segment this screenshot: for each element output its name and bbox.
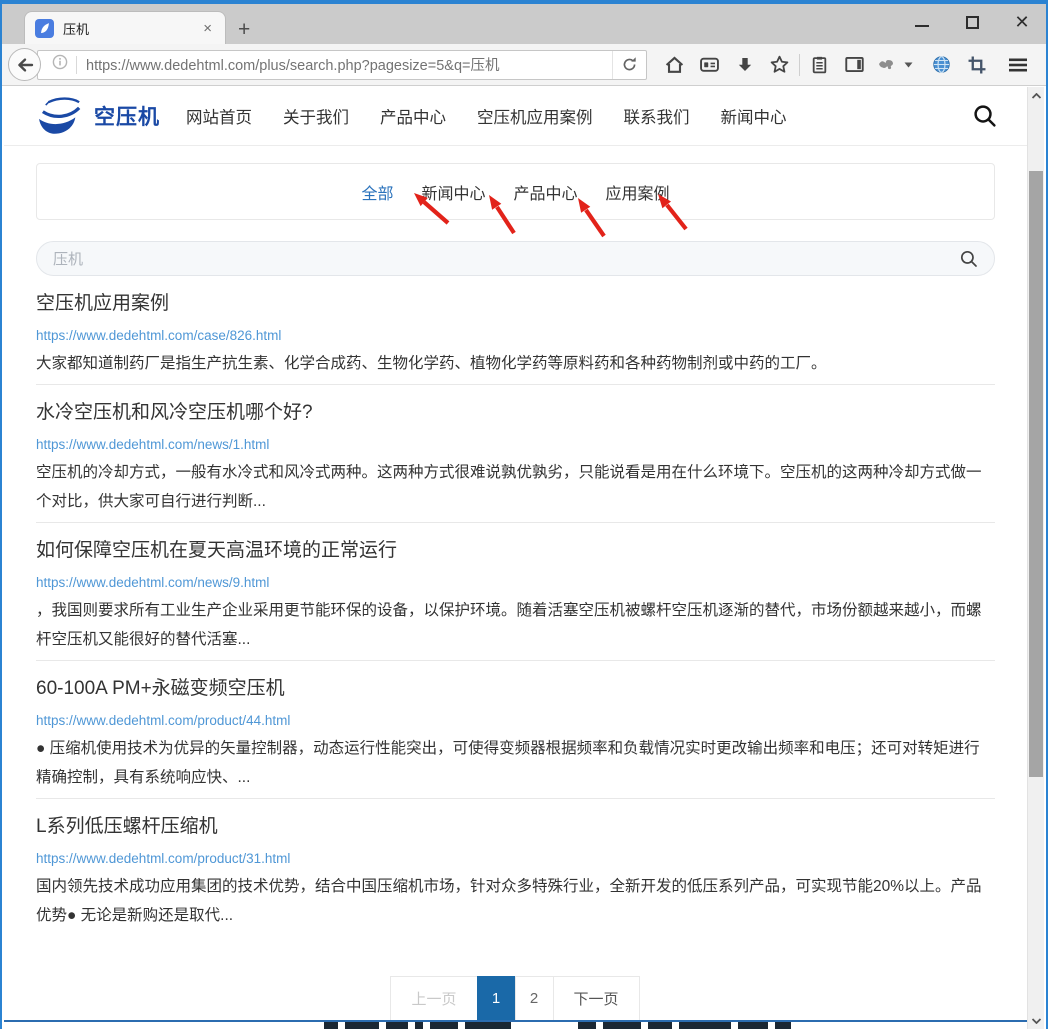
pagination-prev-button[interactable]: 上一页	[390, 976, 477, 1021]
nav-item-products[interactable]: 产品中心	[380, 104, 446, 128]
nav-item-contact[interactable]: 联系我们	[624, 104, 690, 128]
back-button[interactable]	[8, 48, 41, 81]
identity-card-icon[interactable]	[692, 48, 727, 82]
pagination-page-1[interactable]: 1	[477, 976, 516, 1021]
nav-item-news[interactable]: 新闻中心	[721, 104, 787, 128]
filter-tabs: 全部 新闻中心 产品中心 应用案例	[36, 163, 995, 220]
result-url[interactable]: https://www.dedehtml.com/news/1.html	[36, 437, 995, 452]
header-search-button[interactable]	[973, 104, 997, 128]
toolbar-separator	[799, 54, 800, 76]
tab-close-icon[interactable]: ×	[200, 20, 215, 37]
new-tab-button[interactable]: +	[238, 19, 250, 40]
result-url[interactable]: https://www.dedehtml.com/case/826.html	[36, 328, 995, 343]
close-button[interactable]: ✕	[1012, 12, 1032, 32]
nav-item-about[interactable]: 关于我们	[283, 104, 349, 128]
search-bar	[36, 241, 995, 276]
minimize-button[interactable]	[912, 12, 932, 32]
pagination: 上一页 1 2 下一页	[4, 976, 1027, 1021]
footer-clipped	[4, 1020, 1027, 1029]
page-info-icon[interactable]	[52, 54, 68, 75]
browser-tab[interactable]: 压机 ×	[24, 11, 226, 44]
filter-tab-products[interactable]: 产品中心	[514, 180, 578, 204]
logo-text: 空压机	[94, 101, 160, 131]
pagination-page-2[interactable]: 2	[515, 976, 554, 1021]
urlbar-divider	[76, 56, 77, 74]
scrollbar[interactable]	[1027, 87, 1044, 1029]
search-input[interactable]	[53, 250, 960, 267]
result-item: L系列低压螺杆压缩机 https://www.dedehtml.com/prod…	[36, 799, 995, 936]
site-favicon-icon	[35, 19, 54, 38]
scrollbar-down-icon[interactable]	[1028, 1012, 1044, 1029]
result-description: ，我国则要求所有工业生产企业采用更节能环保的设备，以保护环境。随着活塞空压机被螺…	[36, 596, 995, 654]
scrollbar-thumb[interactable]	[1029, 171, 1043, 777]
result-description: 国内领先技术成功应用集团的技术优势，结合中国压缩机市场，针对众多特殊行业，全新开…	[36, 872, 995, 930]
nav-item-cases[interactable]: 空压机应用案例	[477, 104, 593, 128]
search-icon	[973, 104, 997, 128]
filter-tab-all[interactable]: 全部	[361, 180, 393, 204]
home-button[interactable]	[657, 48, 692, 82]
result-title[interactable]: L系列低压螺杆压缩机	[36, 815, 995, 839]
result-item: 60-100A PM+永磁变频空压机 https://www.dedehtml.…	[36, 661, 995, 799]
page-viewport: 空压机 网站首页 关于我们 产品中心 空压机应用案例 联系我们 新闻中心 全部	[4, 87, 1044, 1029]
result-item: 如何保障空压机在夏天高温环境的正常运行 https://www.dedehtml…	[36, 523, 995, 661]
result-url[interactable]: https://www.dedehtml.com/news/9.html	[36, 575, 995, 590]
tab-bar: 压机 × + ✕	[2, 4, 1046, 44]
nav-item-home[interactable]: 网站首页	[186, 104, 252, 128]
window-controls: ✕	[912, 12, 1032, 32]
result-description: 大家都知道制药厂是指生产抗生素、化学合成药、生物化学药、植物化学药等原料药和各种…	[36, 349, 995, 378]
bookmark-star-icon[interactable]	[762, 48, 797, 82]
browser-window: 压机 × + ✕ https://www.dedehtml.com/plus/s…	[0, 0, 1048, 1029]
result-description: ● 压缩机使用技术为优异的矢量控制器，动态运行性能突出，可使得变频器根据频率和负…	[36, 734, 995, 792]
web-page: 空压机 网站首页 关于我们 产品中心 空压机应用案例 联系我们 新闻中心 全部	[4, 87, 1027, 1029]
site-logo[interactable]: 空压机	[34, 95, 160, 137]
filter-tab-news[interactable]: 新闻中心	[421, 180, 485, 204]
url-text[interactable]: https://www.dedehtml.com/plus/search.php…	[86, 54, 612, 75]
menu-hamburger-icon[interactable]	[1000, 48, 1035, 82]
result-item: 水冷空压机和风冷空压机哪个好? https://www.dedehtml.com…	[36, 385, 995, 523]
pagination-next-button[interactable]: 下一页	[553, 976, 640, 1021]
clipboard-icon[interactable]	[802, 48, 837, 82]
browser-toolbar: https://www.dedehtml.com/plus/search.php…	[2, 44, 1046, 86]
filter-tab-cases[interactable]: 应用案例	[606, 180, 670, 204]
filter-section: 全部 新闻中心 产品中心 应用案例	[36, 163, 995, 220]
sidebar-panel-icon[interactable]	[837, 48, 872, 82]
result-url[interactable]: https://www.dedehtml.com/product/44.html	[36, 713, 995, 728]
tab-title: 压机	[63, 19, 200, 38]
result-description: 空压机的冷却方式，一般有水冷式和风冷式两种。这两种方式很难说孰优孰劣，只能说看是…	[36, 458, 995, 516]
globe-extension-icon[interactable]	[924, 48, 959, 82]
search-results: 空压机应用案例 https://www.dedehtml.com/case/82…	[36, 276, 995, 936]
site-nav: 网站首页 关于我们 产品中心 空压机应用案例 联系我们 新闻中心	[186, 104, 787, 128]
site-header: 空压机 网站首页 关于我们 产品中心 空压机应用案例 联系我们 新闻中心	[4, 87, 1027, 146]
scrollbar-up-icon[interactable]	[1028, 87, 1044, 104]
downloads-button[interactable]	[727, 48, 762, 82]
search-submit-icon[interactable]	[960, 250, 978, 268]
result-title[interactable]: 空压机应用案例	[36, 292, 995, 316]
result-title[interactable]: 水冷空压机和风冷空压机哪个好?	[36, 401, 995, 425]
logo-swoosh-icon	[34, 95, 88, 137]
result-title[interactable]: 60-100A PM+永磁变频空压机	[36, 677, 995, 701]
maximize-button[interactable]	[962, 12, 982, 32]
reload-button[interactable]	[612, 51, 646, 79]
address-bar[interactable]: https://www.dedehtml.com/plus/search.php…	[37, 50, 647, 80]
result-title[interactable]: 如何保障空压机在夏天高温环境的正常运行	[36, 539, 995, 563]
chevron-down-icon[interactable]	[900, 48, 916, 82]
crop-screenshot-icon[interactable]	[959, 48, 994, 82]
result-url[interactable]: https://www.dedehtml.com/product/31.html	[36, 851, 995, 866]
result-item: 空压机应用案例 https://www.dedehtml.com/case/82…	[36, 276, 995, 385]
extension-moth-icon[interactable]	[872, 48, 900, 82]
